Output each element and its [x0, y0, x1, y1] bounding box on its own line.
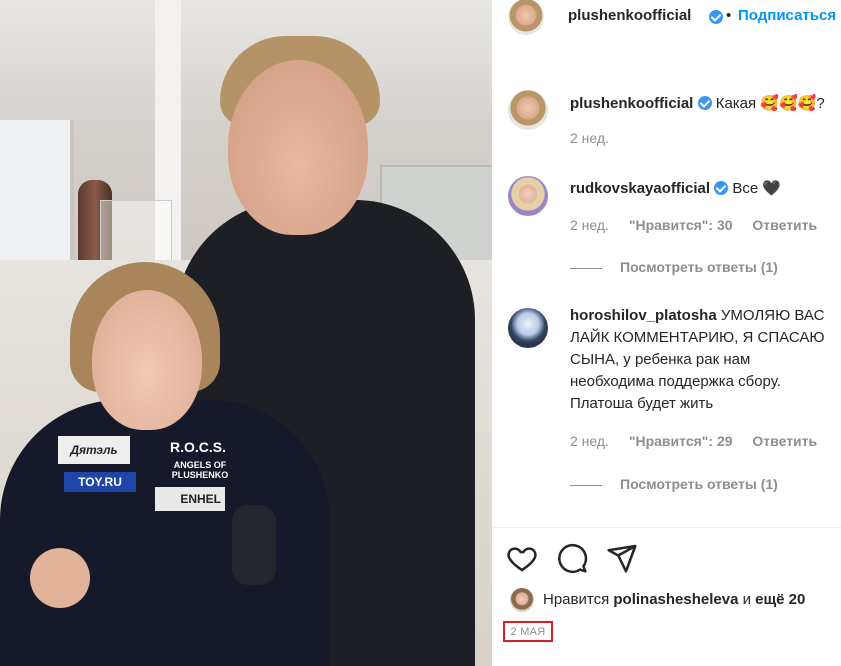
comment-likes-count[interactable]: "Нравится": 30	[629, 217, 733, 233]
comment-bubble-icon[interactable]	[556, 542, 588, 574]
post-photo[interactable]: Дятэль TOY.RU R.O.C.S. ANGELS OF PLUSHEN…	[0, 0, 492, 666]
comment-body: Какая 🥰🥰🥰?	[715, 95, 825, 112]
comment-username[interactable]: plushenkoofficial	[570, 95, 693, 112]
comment-meta: 2 нед.	[570, 130, 609, 146]
view-replies-label: Посмотреть ответы (1)	[620, 259, 778, 275]
comment-time[interactable]: 2 нед.	[570, 130, 609, 146]
comment-text: horoshilov_platosha УМОЛЯЮ ВАС ЛАЙК КОММ…	[570, 305, 828, 415]
replies-divider-line	[570, 484, 602, 486]
liker-avatar[interactable]	[510, 588, 534, 612]
author-avatar[interactable]	[508, 0, 544, 35]
likes-connector: и	[742, 591, 751, 608]
jacket-patch: TOY.RU	[64, 472, 136, 492]
jacket-patch: ANGELS OF PLUSHENKO	[171, 460, 229, 480]
post-date-label: 2 МАЯ	[510, 625, 546, 638]
comments-list[interactable]: plushenkoofficial Какая 🥰🥰🥰? 2 нед. rudk…	[492, 80, 841, 520]
header-separator: •	[726, 7, 732, 24]
photo-toy	[30, 548, 90, 608]
view-replies-label: Посмотреть ответы (1)	[620, 476, 778, 492]
comment-meta: 2 нед. "Нравится": 29 Ответить	[570, 433, 817, 449]
actions-divider	[492, 527, 841, 528]
verified-badge-icon	[697, 96, 712, 110]
liker-username[interactable]: polinasheshеleva	[613, 591, 738, 608]
post-sidebar: plushenkoofficial • Подписаться plushenk…	[492, 0, 841, 666]
reply-button[interactable]: Ответить	[752, 217, 817, 233]
post-actions	[492, 538, 841, 582]
comment-username[interactable]: rudkovskayaofficial	[570, 180, 710, 197]
comment-text: rudkovskayaofficial Все 🖤	[570, 178, 828, 200]
view-replies-button[interactable]: Посмотреть ответы (1)	[570, 476, 778, 492]
reply-button[interactable]: Ответить	[752, 433, 817, 449]
likes-prefix: Нравится	[543, 591, 610, 608]
paper-plane-icon[interactable]	[606, 542, 638, 574]
photo-child-face	[92, 290, 202, 430]
comment-text: plushenkoofficial Какая 🥰🥰🥰?	[570, 93, 828, 115]
verified-badge-icon	[714, 181, 729, 195]
comment-avatar[interactable]	[508, 176, 548, 216]
likes-others-link[interactable]: ещё 20	[755, 591, 805, 608]
comment-time[interactable]: 2 нед.	[570, 217, 609, 233]
view-replies-button[interactable]: Посмотреть ответы (1)	[570, 259, 778, 275]
verified-badge-icon	[709, 10, 723, 24]
comment-avatar[interactable]	[508, 90, 548, 130]
likes-summary-text: Нравится polinasheshеleva и ещё 20	[543, 591, 805, 608]
comment-time[interactable]: 2 нед.	[570, 433, 609, 449]
comment-likes-count[interactable]: "Нравится": 29	[629, 433, 733, 449]
post-date[interactable]: 2 МАЯ	[503, 621, 553, 642]
heart-icon[interactable]	[506, 542, 538, 574]
replies-divider-line	[570, 267, 602, 269]
likes-summary[interactable]: Нравится polinasheshеleva и ещё 20	[510, 588, 841, 614]
photo-man-face	[228, 60, 368, 235]
comment-username[interactable]: horoshilov_platosha	[570, 307, 717, 324]
photo-glass-table	[100, 200, 172, 262]
comment-body: Все 🖤	[732, 180, 782, 197]
jacket-patch: Дятэль	[58, 436, 130, 464]
jacket-patch: ENHEL	[155, 487, 225, 511]
post-header: plushenkoofficial • Подписаться	[492, 0, 841, 38]
comment-meta: 2 нед. "Нравится": 30 Ответить	[570, 217, 817, 233]
jacket-patch: R.O.C.S.	[169, 439, 226, 455]
comment-avatar[interactable]	[508, 308, 548, 348]
follow-button[interactable]: Подписаться	[738, 7, 836, 24]
photo-toy	[232, 505, 276, 585]
author-username[interactable]: plushenkoofficial	[568, 7, 691, 24]
